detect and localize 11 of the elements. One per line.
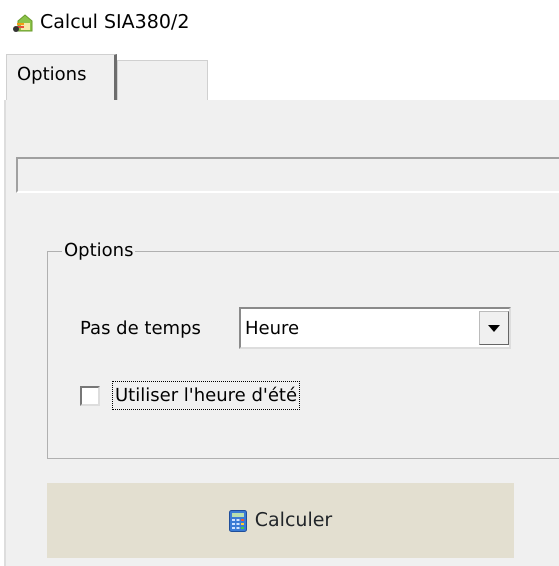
group-title: Options [62, 240, 136, 262]
checkbox-label[interactable]: Utiliser l'heure d'été [112, 381, 300, 410]
field-label: Pas de temps [80, 316, 202, 340]
window-title: Calcul SIA380/2 [40, 10, 190, 36]
checkbox[interactable] [80, 386, 100, 406]
app-icon [12, 12, 34, 32]
calculator-icon [228, 510, 247, 532]
tab[interactable]: Options [6, 54, 117, 100]
time-step-dropdown[interactable]: Heure [239, 307, 511, 349]
dropdown-arrow-icon [488, 324, 500, 332]
calculate-button[interactable]: Calculer [47, 483, 514, 558]
